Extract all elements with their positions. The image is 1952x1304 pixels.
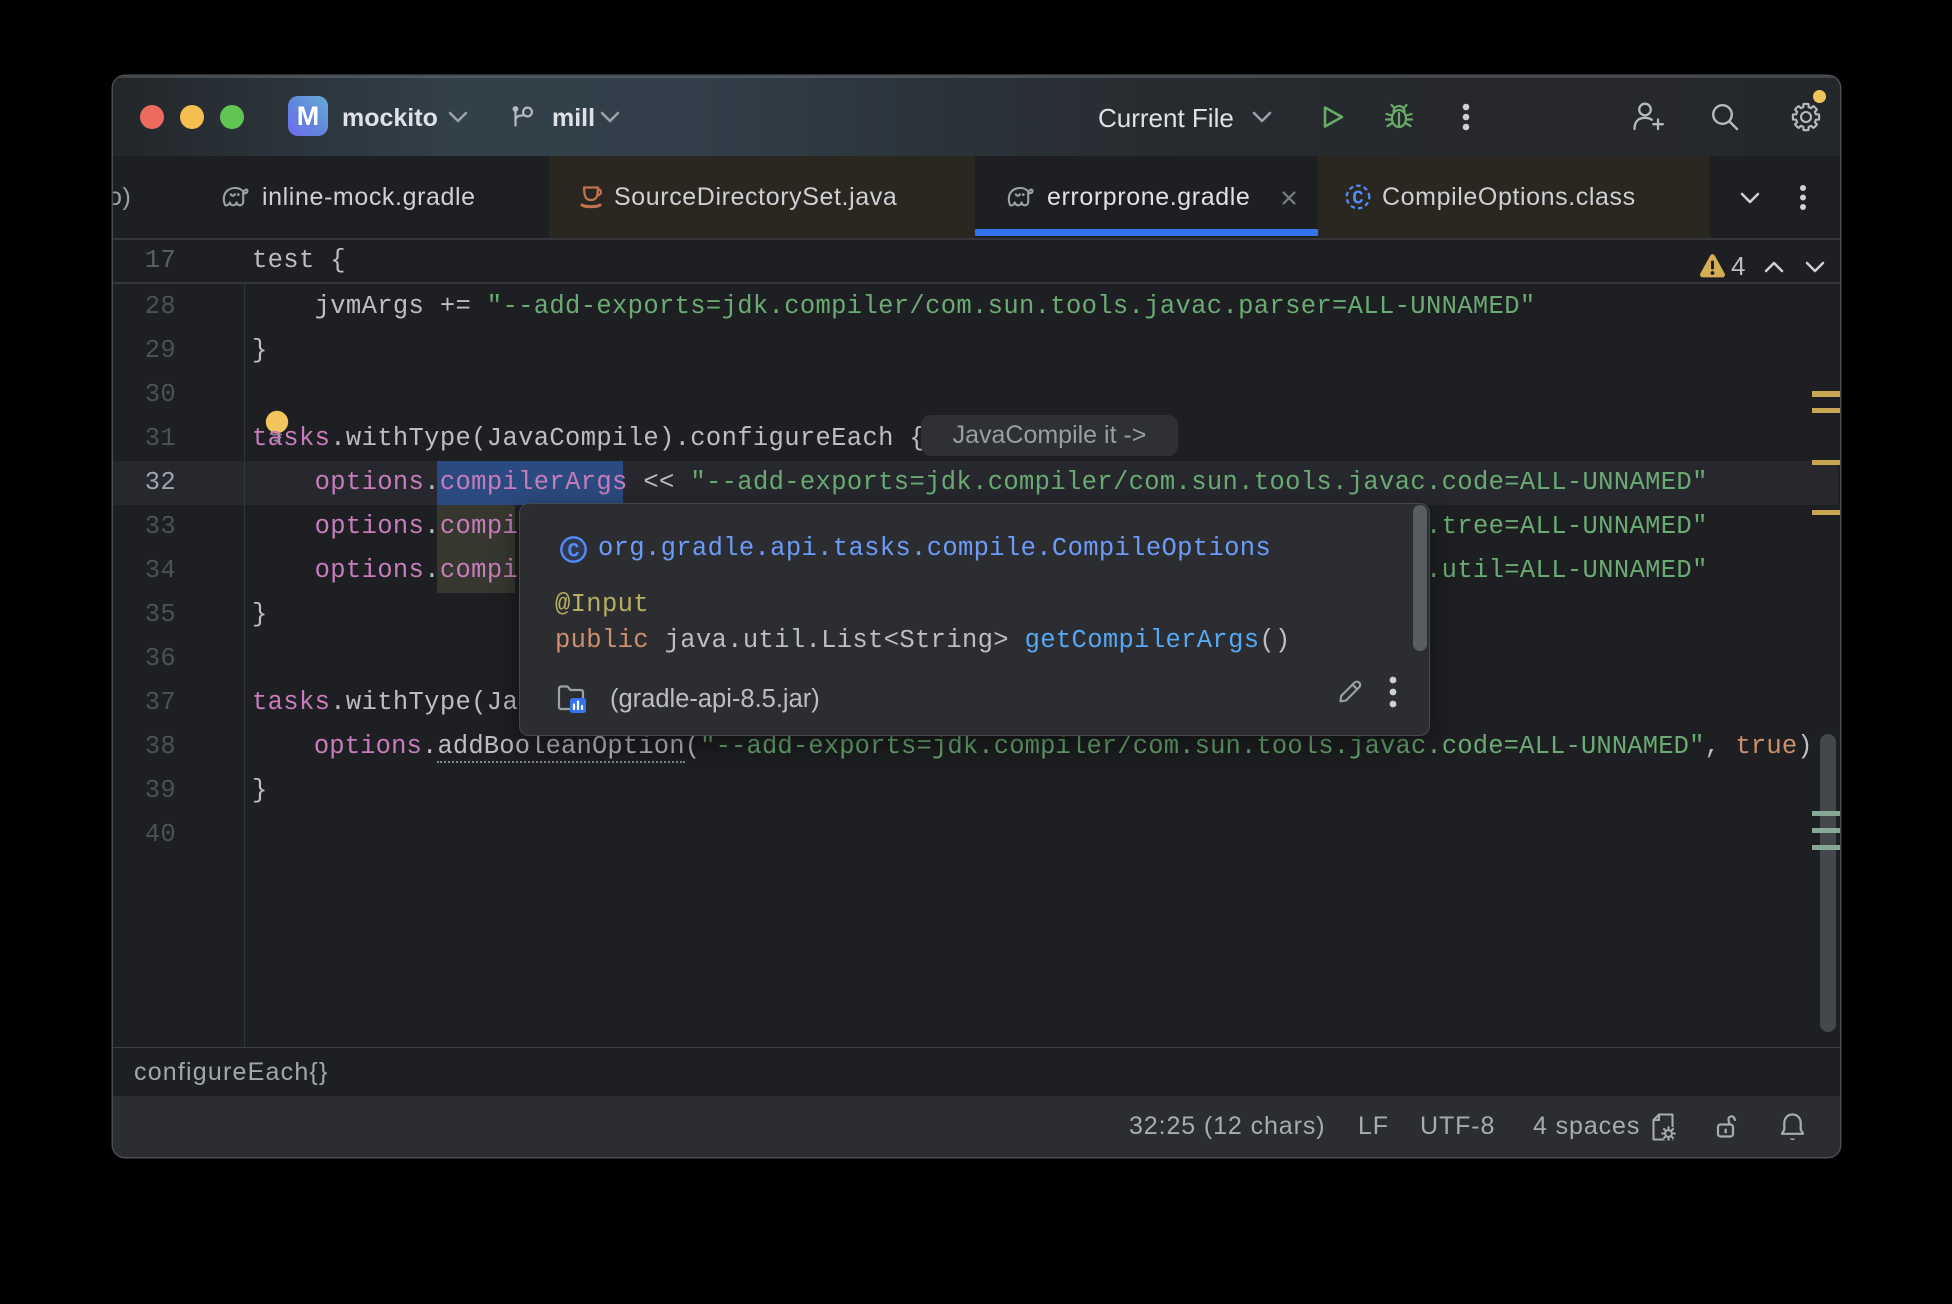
svg-text:C: C: [567, 541, 579, 564]
svg-text:C: C: [1352, 188, 1363, 210]
